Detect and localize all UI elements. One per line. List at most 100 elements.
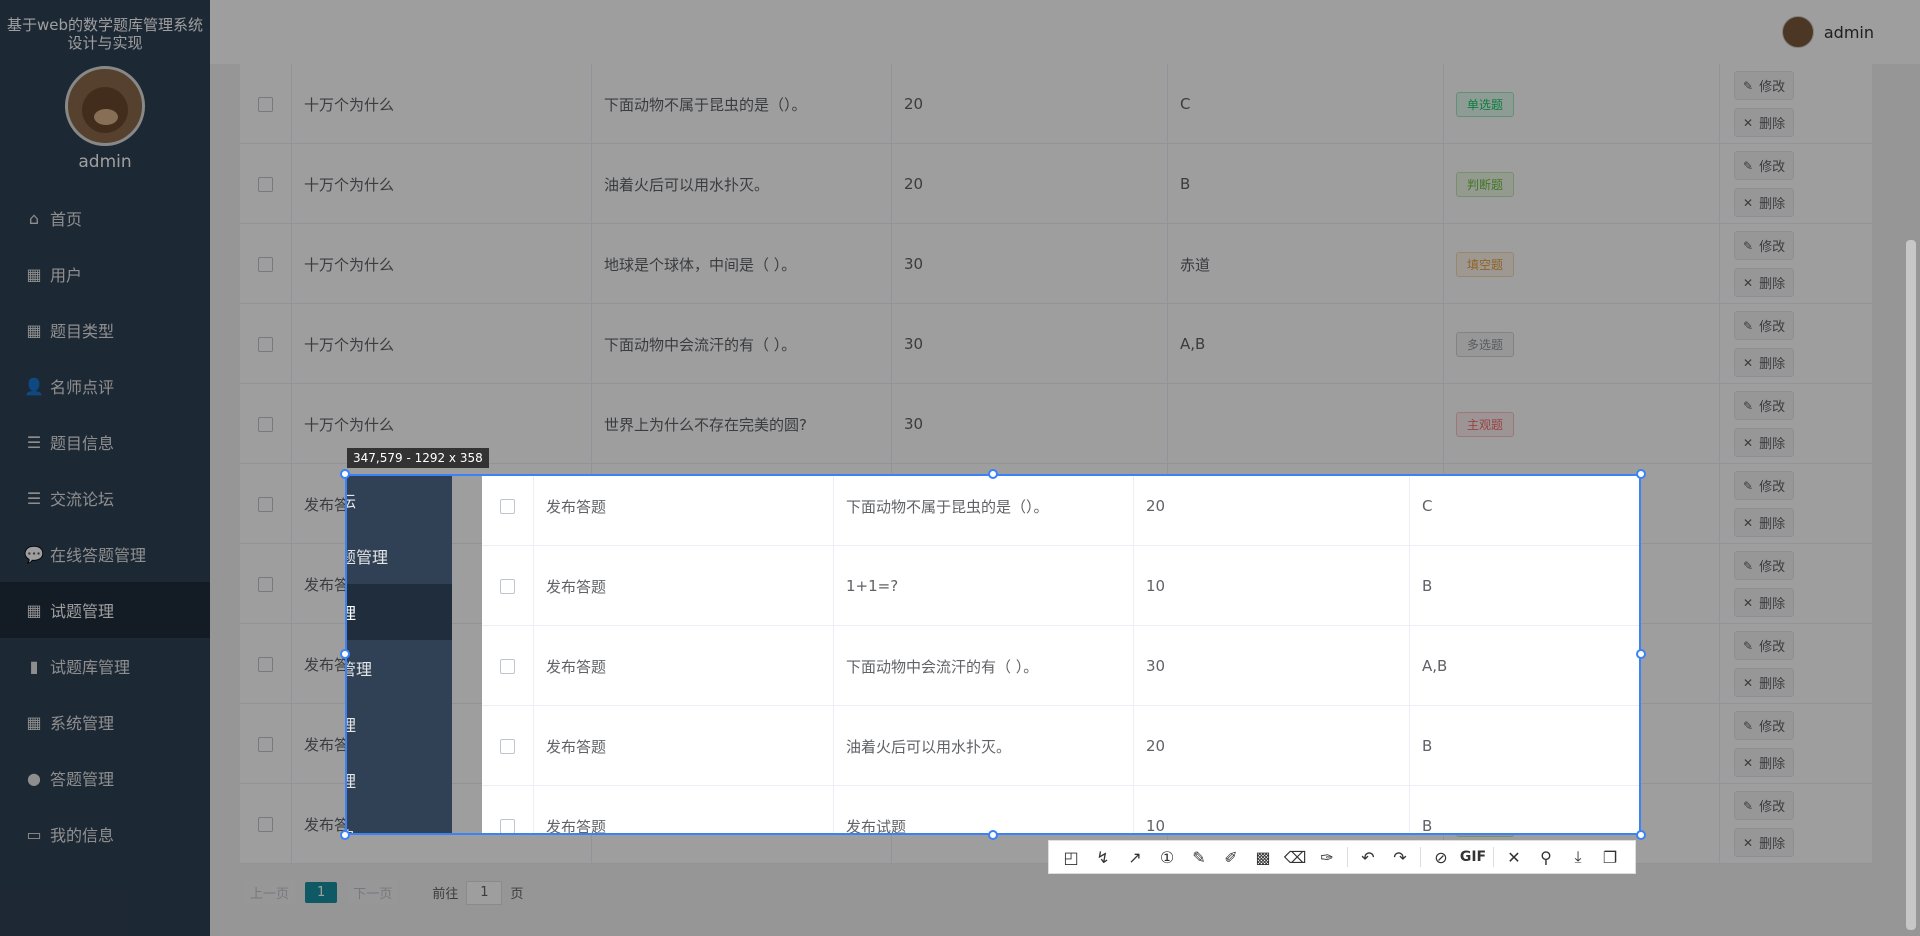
row-checkbox-cell	[482, 786, 534, 833]
page-scrollbar[interactable]	[1906, 240, 1916, 930]
resize-handle[interactable]	[1636, 649, 1646, 659]
score-value: 10	[1146, 817, 1166, 835]
arrow-icon[interactable]: ↗	[1119, 843, 1151, 871]
cell-bank: 发布答题	[534, 546, 834, 626]
question-text: 下面动物不属于昆虫的是（）。	[846, 497, 1049, 516]
sidebar-item-label: 在线答题管理	[347, 548, 389, 567]
resize-handle[interactable]	[988, 469, 998, 479]
capture-size-label: 347,579 - 1292 x 358	[347, 448, 489, 468]
row-checkbox-cell	[482, 476, 534, 546]
answer-value: B	[1422, 817, 1433, 835]
resize-handle[interactable]	[1636, 830, 1646, 840]
answer-value: B	[1422, 737, 1433, 755]
table-row: 发布答题下面动物中会流汗的有（ ）。30A,B多选题✎修改✕删除	[482, 626, 1639, 706]
cell-bank: 发布答题	[534, 626, 834, 706]
bank-name: 发布答题	[546, 577, 607, 596]
sidebar-item-6[interactable]: 💬在线答题管理	[347, 528, 452, 584]
row-checkbox-cell	[482, 706, 534, 786]
score-value: 10	[1146, 577, 1166, 595]
sidebar-item-7[interactable]: ▦试题管理	[347, 584, 452, 640]
sidebar-item-9[interactable]: ▦系统管理	[347, 696, 452, 752]
table-row: 发布答题1+1=?10B单选题✎修改✕删除	[482, 546, 1639, 626]
bank-name: 发布答题	[546, 817, 607, 835]
cell-answer: A,B	[1410, 626, 1639, 706]
eraser-icon[interactable]: ⌫	[1279, 843, 1311, 871]
selection-clone: 基于web的数学题库管理系统设计与实现 admin ⌂首页▦用户▦题目类型👤名师…	[347, 476, 1639, 835]
resize-handle[interactable]	[988, 830, 998, 840]
cell-bank: 发布答题	[534, 476, 834, 546]
cell-score: 10	[1134, 546, 1410, 626]
bank-name: 发布答题	[546, 657, 607, 676]
sidebar-item-10[interactable]: ●答题管理	[347, 752, 452, 808]
cell-score: 30	[1134, 626, 1410, 706]
cell-score: 20	[1134, 476, 1410, 546]
sidebar-item-label: 试题管理	[347, 600, 356, 624]
toolbar-separator	[1347, 847, 1348, 867]
highlighter-icon[interactable]: ✑	[1311, 843, 1343, 871]
sidebar-item-8[interactable]: ▮试题库管理	[347, 640, 452, 696]
cell-answer: B	[1410, 546, 1639, 626]
row-checkbox[interactable]	[500, 578, 515, 594]
sidebar-item-label: 系统管理	[347, 712, 356, 736]
marker-icon[interactable]: ✐	[1215, 843, 1247, 871]
table-row: 发布答题油着火后可以用水扑灭。20B判断题✎修改✕删除	[482, 706, 1639, 786]
sidebar-item-5[interactable]: ☰交流论坛	[347, 476, 452, 528]
shape-icon[interactable]: ◰	[1055, 843, 1087, 871]
cell-question: 1+1=?	[834, 546, 1134, 626]
sidebar-item-label: 试题库管理	[347, 660, 373, 679]
row-checkbox-cell	[482, 626, 534, 706]
row-checkbox[interactable]	[500, 738, 515, 754]
sidebar-item-label: 答题管理	[347, 768, 356, 792]
resize-handle[interactable]	[340, 649, 350, 659]
bank-name: 发布答题	[546, 497, 607, 516]
sidebar-item-label: 交流论坛	[347, 488, 356, 512]
close-icon[interactable]: ✕	[1498, 843, 1530, 871]
score-value: 20	[1146, 497, 1166, 515]
redo-icon[interactable]: ↷	[1384, 843, 1416, 871]
capture-selection[interactable]: 基于web的数学题库管理系统设计与实现 admin ⌂首页▦用户▦题目类型👤名师…	[345, 474, 1641, 835]
cell-score: 10	[1134, 786, 1410, 835]
copy-icon[interactable]: ❐	[1594, 843, 1626, 871]
question-text: 1+1=?	[846, 577, 899, 595]
score-value: 20	[1146, 737, 1166, 755]
resize-handle[interactable]	[1636, 469, 1646, 479]
row-checkbox-cell	[482, 546, 534, 626]
row-checkbox[interactable]	[500, 498, 515, 514]
toolbar-separator	[1420, 847, 1421, 867]
cell-bank: 发布答题	[534, 786, 834, 835]
cell-answer: C	[1410, 476, 1639, 546]
cell-question: 下面动物中会流汗的有（ ）。	[834, 626, 1134, 706]
gif-button[interactable]: GIF	[1457, 843, 1489, 871]
cell-score: 20	[1134, 706, 1410, 786]
answer-value: A,B	[1422, 657, 1448, 675]
cell-answer: B	[1410, 706, 1639, 786]
question-text: 发布试题	[846, 817, 907, 835]
capture-toolbar: ◰ ↯ ↗ ① ✎ ✐ ▩ ⌫ ✑ ↶ ↷ ⊘ GIF ✕ ⚲ ⤓ ❐	[1048, 840, 1636, 874]
sidebar-menu: ⌂首页▦用户▦题目类型👤名师点评☰题目信息☰交流论坛💬在线答题管理▦试题管理▮试…	[347, 476, 452, 833]
no-cursor-icon[interactable]: ⊘	[1425, 843, 1457, 871]
mosaic-icon[interactable]: ▩	[1247, 843, 1279, 871]
toolbar-separator	[1493, 847, 1494, 867]
cell-bank: 发布答题	[534, 706, 834, 786]
download-icon[interactable]: ⤓	[1562, 843, 1594, 871]
resize-handle[interactable]	[340, 830, 350, 840]
cell-answer: B	[1410, 786, 1639, 835]
resize-handle[interactable]	[340, 469, 350, 479]
row-checkbox[interactable]	[500, 818, 515, 833]
number-icon[interactable]: ①	[1151, 843, 1183, 871]
bank-name: 发布答题	[546, 737, 607, 756]
sidebar-item-11[interactable]: ▭我的信息	[347, 808, 452, 833]
pin-icon[interactable]: ⚲	[1530, 843, 1562, 871]
cell-question: 发布试题	[834, 786, 1134, 835]
row-checkbox[interactable]	[500, 658, 515, 674]
table-row: 发布答题下面动物不属于昆虫的是（）。20C单选题✎修改✕删除	[482, 476, 1639, 546]
cell-question: 油着火后可以用水扑灭。	[834, 706, 1134, 786]
pen-icon[interactable]: ✎	[1183, 843, 1215, 871]
cell-question: 下面动物不属于昆虫的是（）。	[834, 476, 1134, 546]
question-text: 油着火后可以用水扑灭。	[846, 737, 1012, 756]
answer-value: C	[1422, 497, 1433, 515]
question-text: 下面动物中会流汗的有（ ）。	[846, 657, 1039, 676]
polyline-icon[interactable]: ↯	[1087, 843, 1119, 871]
undo-icon[interactable]: ↶	[1352, 843, 1384, 871]
answer-value: B	[1422, 577, 1433, 595]
